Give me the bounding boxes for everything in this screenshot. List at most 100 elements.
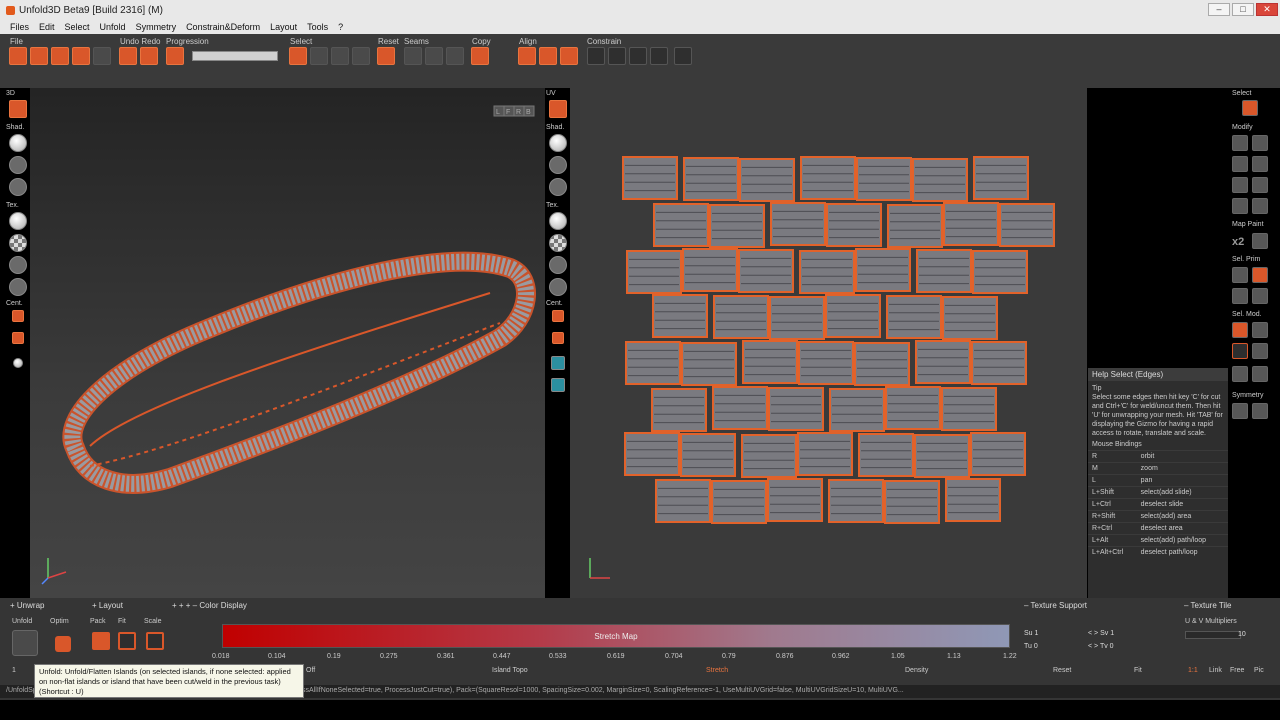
select-ring-icon[interactable] bbox=[1252, 322, 1268, 338]
select-vertex-icon[interactable] bbox=[1232, 267, 1248, 283]
uv-island[interactable] bbox=[738, 249, 794, 293]
menu-constrain-deform[interactable]: Constrain&Deform bbox=[186, 22, 260, 32]
help-title[interactable]: Help Select (Edges) bbox=[1088, 368, 1228, 381]
uv-shade-flat-icon[interactable] bbox=[549, 178, 567, 196]
stretch-button[interactable]: Stretch bbox=[706, 667, 728, 674]
menu-select[interactable]: Select bbox=[65, 22, 90, 32]
uv-island[interactable] bbox=[626, 250, 682, 294]
redo-icon[interactable] bbox=[140, 47, 158, 65]
viewcube[interactable]: L F R B bbox=[493, 105, 535, 117]
uv-island[interactable] bbox=[742, 340, 798, 384]
menu-tools[interactable]: Tools bbox=[307, 22, 328, 32]
uv-island[interactable] bbox=[884, 480, 940, 524]
frame-view-icon[interactable] bbox=[9, 100, 27, 118]
frame-uv-icon[interactable] bbox=[549, 100, 567, 118]
globe-icon[interactable] bbox=[1252, 177, 1268, 193]
uv-island[interactable] bbox=[739, 158, 795, 202]
center-icon[interactable] bbox=[12, 310, 24, 322]
uv-island[interactable] bbox=[711, 480, 767, 524]
shade-flat-icon[interactable] bbox=[9, 178, 27, 196]
scale-icon[interactable] bbox=[1232, 156, 1248, 172]
layout-header[interactable]: + Layout bbox=[92, 601, 123, 610]
viewport-3d[interactable]: L F R B bbox=[30, 88, 545, 598]
export-icon[interactable] bbox=[93, 47, 111, 65]
symmetry-icon[interactable] bbox=[1232, 403, 1248, 419]
uv-island[interactable] bbox=[941, 387, 997, 431]
uv-island[interactable] bbox=[914, 434, 970, 478]
symmetry-plus-icon[interactable] bbox=[1252, 403, 1268, 419]
select-island-prim-icon[interactable] bbox=[1252, 288, 1268, 304]
select-paint-icon[interactable] bbox=[1232, 366, 1248, 382]
magnet-icon[interactable] bbox=[1232, 198, 1248, 214]
uv-island[interactable] bbox=[680, 433, 736, 477]
relax-icon[interactable] bbox=[1252, 156, 1268, 172]
close-button[interactable]: ✕ bbox=[1256, 3, 1278, 16]
menu-unfold[interactable]: Unfold bbox=[100, 22, 126, 32]
viewcube-f[interactable]: F bbox=[506, 109, 510, 116]
tv-field[interactable]: < > Tv 0 bbox=[1088, 643, 1114, 650]
menu-files[interactable]: Files bbox=[10, 22, 29, 32]
uv-tex-uv-icon[interactable] bbox=[549, 278, 567, 296]
checker-icon[interactable] bbox=[9, 234, 27, 252]
uv-island[interactable] bbox=[972, 250, 1028, 294]
uv-island[interactable] bbox=[916, 249, 972, 293]
uv-island[interactable] bbox=[887, 204, 943, 248]
pin-icon[interactable] bbox=[587, 47, 605, 65]
uv-island[interactable] bbox=[797, 432, 853, 476]
unfold-button[interactable] bbox=[12, 630, 38, 656]
select-all-icon[interactable] bbox=[310, 47, 328, 65]
align-v-icon[interactable] bbox=[539, 47, 557, 65]
fit-texture-button[interactable]: Fit bbox=[1134, 667, 1142, 674]
uv-island[interactable] bbox=[709, 204, 765, 248]
brush-icon[interactable] bbox=[1252, 198, 1268, 214]
unpin-icon[interactable] bbox=[608, 47, 626, 65]
reset-icon[interactable] bbox=[377, 47, 395, 65]
texture-support-header[interactable]: – Texture Support bbox=[1024, 601, 1087, 610]
select-grow-icon[interactable] bbox=[1252, 366, 1268, 382]
gizmo-icon[interactable] bbox=[674, 47, 692, 65]
uv-island[interactable] bbox=[653, 203, 709, 247]
new-file-icon[interactable] bbox=[9, 47, 27, 65]
shade-smooth-icon[interactable] bbox=[9, 134, 27, 152]
island-topo-button[interactable]: Island Topo bbox=[492, 667, 528, 674]
free-button[interactable]: Free bbox=[1230, 667, 1244, 674]
sphere-icon[interactable] bbox=[1232, 177, 1248, 193]
select-invert-icon[interactable] bbox=[331, 47, 349, 65]
uv-island[interactable] bbox=[943, 202, 999, 246]
uv-island[interactable] bbox=[651, 388, 707, 432]
link-button[interactable]: Link bbox=[1209, 667, 1222, 674]
uv-island[interactable] bbox=[826, 203, 882, 247]
deselect-icon[interactable] bbox=[289, 47, 307, 65]
label-x2[interactable]: x2 bbox=[1232, 236, 1244, 248]
uv-island[interactable] bbox=[973, 156, 1029, 200]
color-display-header[interactable]: + + + – Color Display bbox=[172, 601, 247, 610]
uv-rotate-icon[interactable] bbox=[551, 356, 565, 370]
uv-island[interactable] bbox=[682, 248, 738, 292]
open-file-icon[interactable] bbox=[30, 47, 48, 65]
uv-tex-off-icon[interactable] bbox=[549, 212, 567, 230]
cut-seam-icon[interactable] bbox=[404, 47, 422, 65]
texture-tile-header[interactable]: – Texture Tile bbox=[1184, 601, 1231, 610]
constrain-v-icon[interactable] bbox=[650, 47, 668, 65]
uv-island[interactable] bbox=[681, 342, 737, 386]
map-brush-icon[interactable] bbox=[1252, 233, 1268, 249]
select-face-icon[interactable] bbox=[1232, 288, 1248, 304]
select-edge-icon[interactable] bbox=[1252, 267, 1268, 283]
ratio-button[interactable]: 1:1 bbox=[1188, 667, 1198, 674]
stop-icon[interactable] bbox=[166, 47, 184, 65]
save-as-icon[interactable] bbox=[72, 47, 90, 65]
undo-icon[interactable] bbox=[119, 47, 137, 65]
uv-island[interactable] bbox=[652, 294, 708, 338]
uv-island[interactable] bbox=[624, 432, 680, 476]
pack-button[interactable] bbox=[92, 632, 110, 650]
uv-island[interactable] bbox=[655, 479, 711, 523]
uv-grid-icon[interactable] bbox=[551, 378, 565, 392]
sv-field[interactable]: < > Sv 1 bbox=[1088, 630, 1114, 637]
tex-uv-icon[interactable] bbox=[9, 278, 27, 296]
su-field[interactable]: Su 1 bbox=[1024, 630, 1038, 637]
constrain-h-icon[interactable] bbox=[629, 47, 647, 65]
select-lasso-icon[interactable] bbox=[1252, 343, 1268, 359]
uv-island[interactable] bbox=[886, 295, 942, 339]
uv-center-icon[interactable] bbox=[552, 310, 564, 322]
uv-island[interactable] bbox=[858, 433, 914, 477]
